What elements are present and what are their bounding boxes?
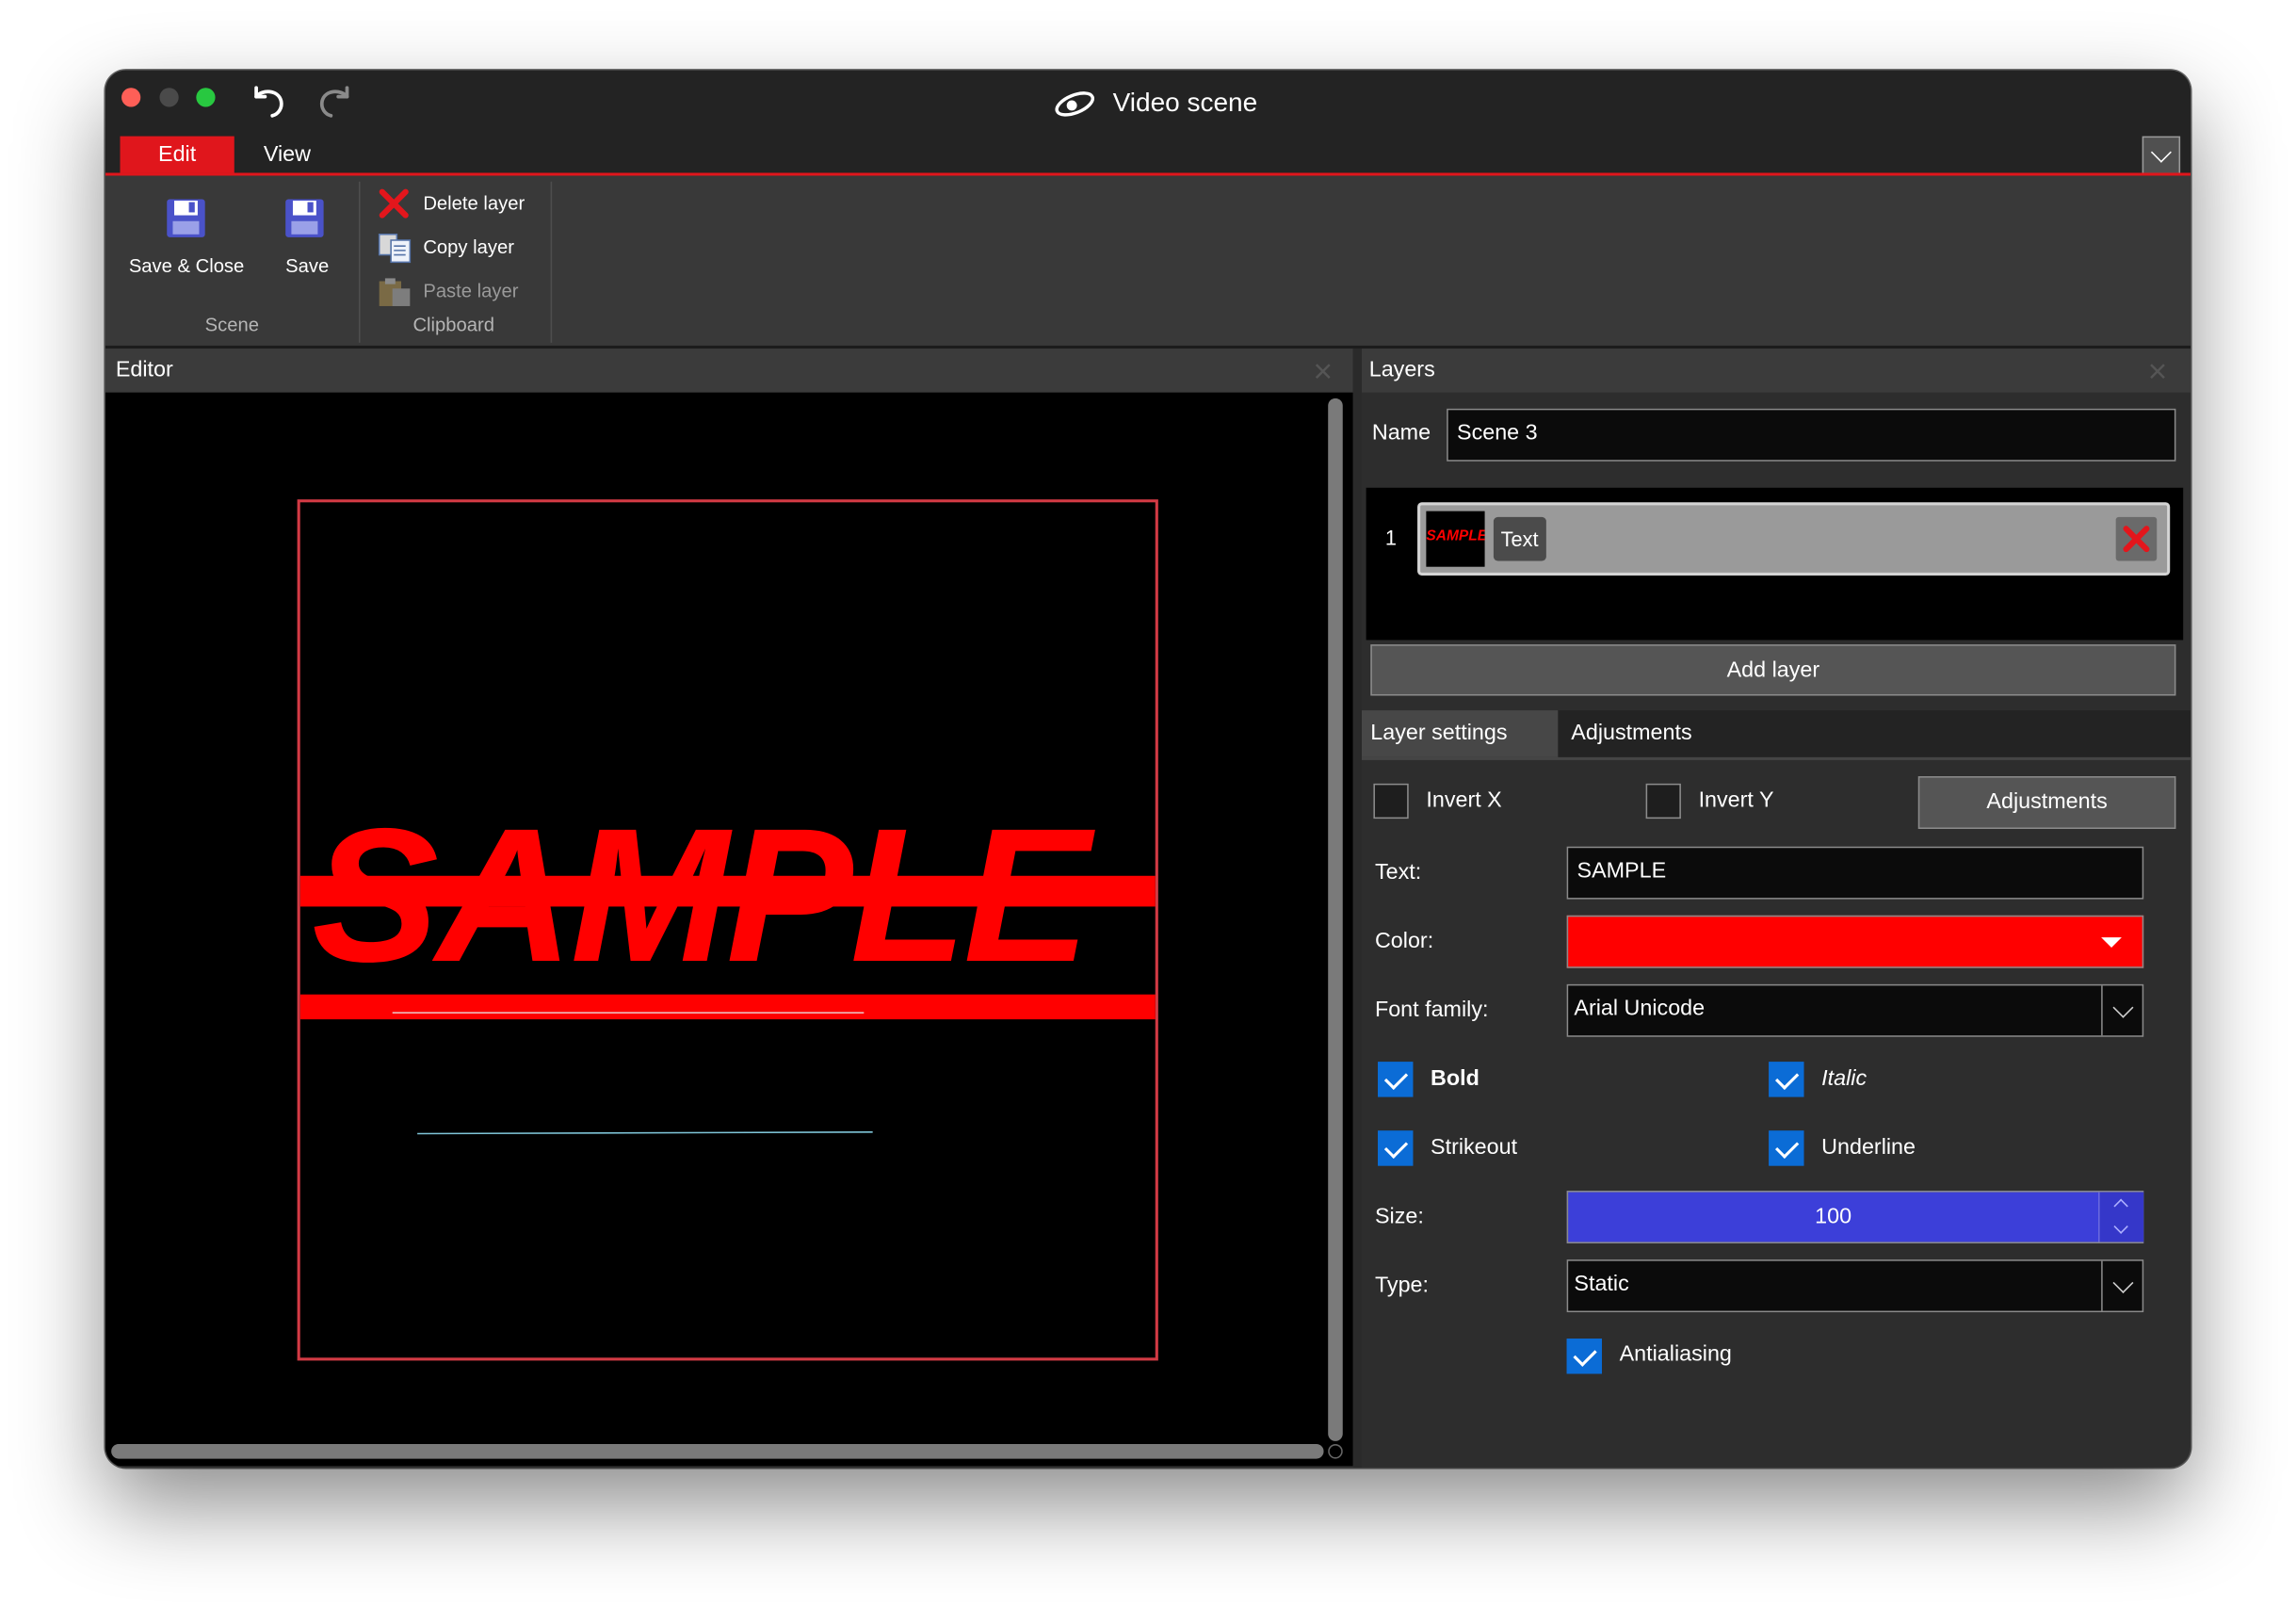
layer-index: 1 bbox=[1384, 526, 1397, 550]
tab-edit[interactable]: Edit bbox=[120, 136, 234, 173]
invert-y-checkbox[interactable] bbox=[1645, 783, 1681, 820]
editor-title: Editor bbox=[115, 357, 173, 382]
text-input[interactable]: SAMPLE bbox=[1566, 846, 2144, 900]
video-scene-window: Video scene Edit View Save & Close Save … bbox=[105, 70, 2191, 1468]
font-family-value: Arial Unicode bbox=[1574, 996, 1706, 1021]
guide-line-1 bbox=[392, 1012, 865, 1014]
type-select[interactable]: Static bbox=[1566, 1259, 2144, 1313]
floppy-disk-icon bbox=[167, 199, 205, 237]
type-value: Static bbox=[1574, 1271, 1629, 1296]
save-label: Save bbox=[285, 254, 330, 277]
chevron-down-icon[interactable] bbox=[2113, 1219, 2128, 1234]
layers-title: Layers bbox=[1368, 357, 1435, 382]
app-logo-icon bbox=[1055, 91, 1094, 117]
save-button[interactable]: Save bbox=[269, 193, 343, 281]
collapse-ribbon-button[interactable] bbox=[2142, 136, 2181, 175]
group-label-scene: Scene bbox=[204, 313, 260, 336]
scene-name-input[interactable]: Scene 3 bbox=[1447, 408, 2176, 462]
antialiasing-checkbox[interactable] bbox=[1566, 1339, 1602, 1374]
strikeout-checkbox[interactable] bbox=[1378, 1130, 1414, 1166]
paste-icon bbox=[379, 278, 411, 306]
tab-adjustments[interactable]: Adjustments bbox=[1571, 710, 1691, 757]
editor-canvas[interactable]: SAMPLE bbox=[105, 392, 1353, 1467]
font-family-select[interactable]: Arial Unicode bbox=[1566, 983, 2144, 1037]
layer-thumbnail: SAMPLE bbox=[1426, 511, 1485, 567]
invert-x-label: Invert X bbox=[1426, 787, 1502, 813]
invert-y-label: Invert Y bbox=[1698, 787, 1774, 813]
size-value: 100 bbox=[1815, 1204, 1852, 1229]
delete-layer-button[interactable]: Delete layer bbox=[378, 187, 539, 222]
red-x-icon bbox=[2123, 526, 2150, 553]
scroll-corner bbox=[1328, 1444, 1343, 1459]
sample-text: SAMPLE bbox=[312, 787, 1091, 1002]
undo-icon[interactable] bbox=[249, 85, 290, 122]
name-label: Name bbox=[1371, 420, 1431, 446]
font-family-label: Font family: bbox=[1374, 997, 1489, 1023]
copy-layer-button[interactable]: Copy layer bbox=[378, 232, 539, 267]
size-stepper[interactable] bbox=[2098, 1192, 2144, 1242]
floppy-disk-icon bbox=[285, 199, 324, 237]
zoom-window-button[interactable] bbox=[196, 88, 216, 107]
antialiasing-label: Antialiasing bbox=[1619, 1341, 1732, 1367]
tab-view[interactable]: View bbox=[264, 137, 311, 173]
underline-label: Underline bbox=[1821, 1134, 1916, 1161]
chevron-down-icon bbox=[2112, 997, 2134, 1018]
chevron-down-icon bbox=[2150, 141, 2172, 163]
color-picker[interactable] bbox=[1566, 915, 2144, 968]
scene-frame: SAMPLE bbox=[297, 499, 1158, 1361]
dropdown-arrow-icon bbox=[2101, 937, 2122, 948]
chevron-up-icon[interactable] bbox=[2113, 1198, 2128, 1214]
type-label: Type: bbox=[1374, 1273, 1429, 1298]
close-window-button[interactable] bbox=[121, 88, 141, 107]
layer-thumb-text: SAMPLE bbox=[1426, 528, 1485, 545]
tab-layer-settings[interactable]: Layer settings bbox=[1361, 710, 1559, 757]
italic-checkbox[interactable] bbox=[1769, 1062, 1804, 1097]
minimize-window-button[interactable] bbox=[159, 88, 179, 107]
redo-icon[interactable] bbox=[314, 85, 355, 122]
strikeout-label: Strikeout bbox=[1431, 1134, 1518, 1161]
layers-panel-header: Layers bbox=[1361, 349, 2191, 393]
bold-checkbox[interactable] bbox=[1378, 1062, 1414, 1097]
vertical-scrollbar[interactable] bbox=[1328, 398, 1343, 1441]
paste-layer-label: Paste layer bbox=[423, 279, 519, 302]
close-icon[interactable] bbox=[2149, 364, 2165, 380]
close-icon[interactable] bbox=[1315, 364, 1331, 380]
save-close-label: Save & Close bbox=[128, 254, 245, 277]
menu-bar bbox=[105, 135, 2191, 173]
window-title: Video scene bbox=[1112, 88, 1258, 118]
horizontal-scrollbar[interactable] bbox=[111, 1444, 1324, 1459]
layer-item-text[interactable]: SAMPLE Text bbox=[1417, 502, 2171, 576]
delete-layer-item-button[interactable] bbox=[2115, 516, 2158, 561]
select-divider bbox=[2101, 1260, 2103, 1311]
red-x-icon bbox=[379, 188, 409, 219]
group-label-clipboard: Clipboard bbox=[412, 313, 494, 336]
select-divider bbox=[2101, 985, 2103, 1036]
copy-icon bbox=[378, 233, 412, 264]
save-close-button[interactable]: Save & Close bbox=[120, 193, 251, 281]
size-label: Size: bbox=[1374, 1204, 1424, 1229]
panel-splitter[interactable] bbox=[1352, 349, 1362, 1468]
layer-label: Text bbox=[1493, 516, 1546, 561]
add-layer-button[interactable]: Add layer bbox=[1370, 644, 2176, 696]
editor-panel-header: Editor bbox=[105, 349, 1353, 393]
invert-x-checkbox[interactable] bbox=[1373, 783, 1409, 820]
size-spinbox[interactable]: 100 bbox=[1566, 1191, 2144, 1244]
color-label: Color: bbox=[1374, 928, 1434, 954]
chevron-down-icon bbox=[2112, 1273, 2134, 1293]
bold-label: Bold bbox=[1431, 1065, 1479, 1092]
underline-checkbox[interactable] bbox=[1769, 1130, 1804, 1166]
copy-layer-label: Copy layer bbox=[423, 235, 514, 258]
text-field-label: Text: bbox=[1374, 859, 1422, 885]
italic-label: Italic bbox=[1821, 1065, 1868, 1092]
layer-list: 1 SAMPLE Text bbox=[1366, 487, 2184, 641]
delete-layer-label: Delete layer bbox=[423, 191, 525, 215]
adjustments-button[interactable]: Adjustments bbox=[1917, 776, 2176, 830]
paste-layer-button[interactable]: Paste layer bbox=[378, 275, 539, 310]
